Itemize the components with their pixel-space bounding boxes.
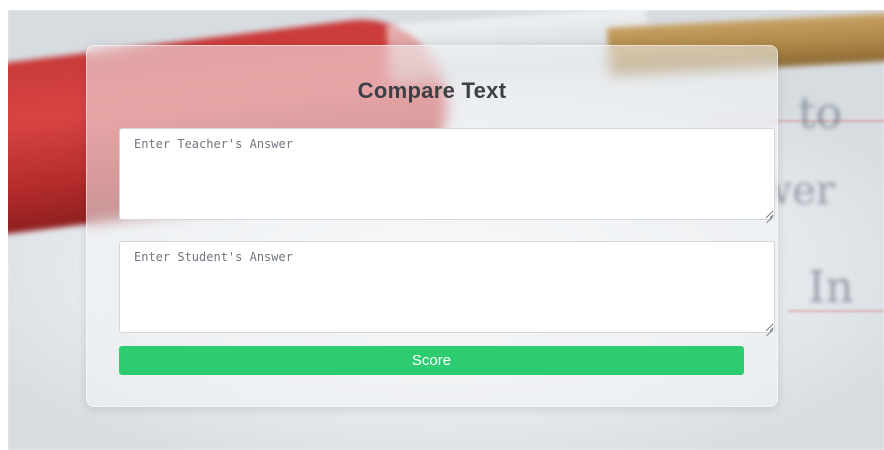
page-viewport: to wer a. In Compare Text Score — [8, 10, 884, 450]
teacher-answer-input[interactable] — [119, 128, 775, 220]
compare-text-card: Compare Text Score — [86, 45, 778, 407]
background-word: to — [798, 88, 843, 139]
score-button[interactable]: Score — [119, 346, 744, 375]
student-answer-input[interactable] — [119, 241, 775, 333]
card-title: Compare Text — [357, 78, 507, 103]
background-word: In — [808, 262, 854, 313]
